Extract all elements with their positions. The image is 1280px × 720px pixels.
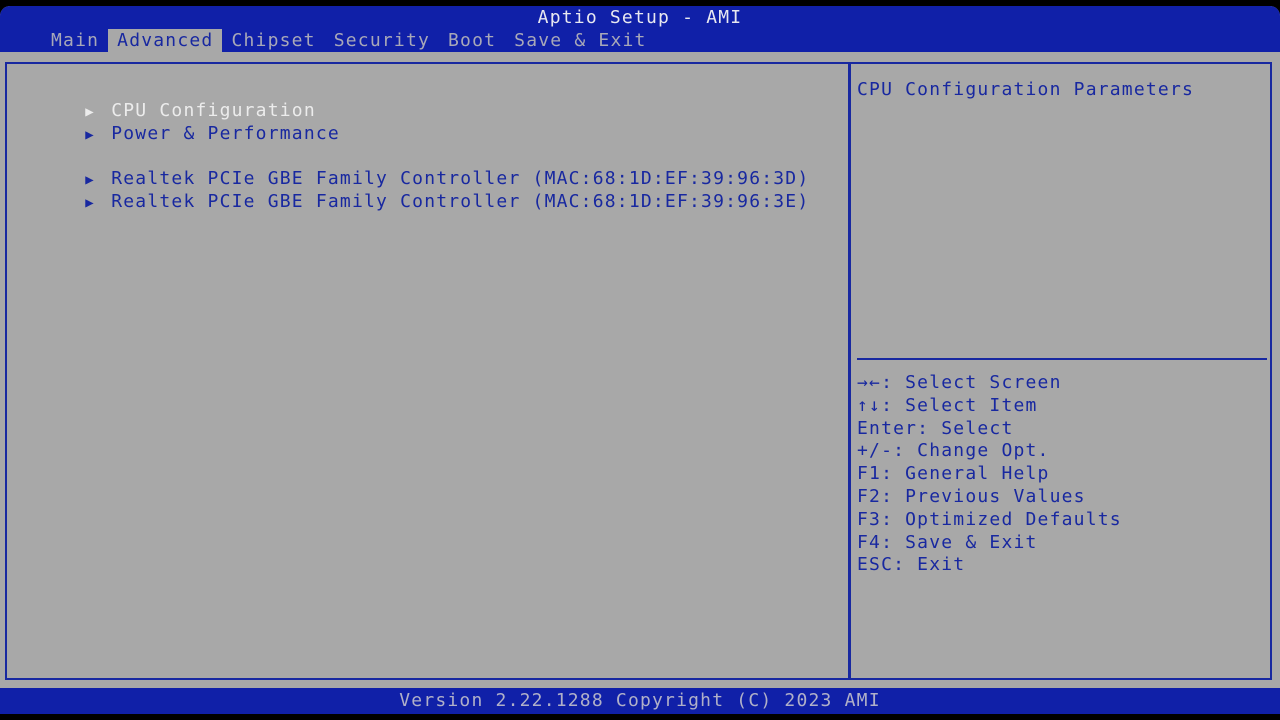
tab-main[interactable]: Main: [42, 29, 108, 52]
key-select-screen: →←: Select Screen: [857, 372, 1062, 393]
key-change-opt: +/-: Change Opt.: [857, 440, 1050, 462]
key-f2-previous: F2: Previous Values: [857, 485, 1086, 507]
tab-advanced[interactable]: Advanced: [108, 29, 223, 52]
settings-panel: ▶ CPU Configuration ▶ Power & Performance …: [5, 62, 849, 680]
help-panel: CPU Configuration Parameters →←: Select …: [849, 62, 1272, 680]
footer-version: Version 2.22.1288 Copyright (C) 2023 AMI: [0, 688, 1280, 714]
key-f1-help: F1: General Help: [857, 463, 1050, 485]
help-divider: [857, 358, 1267, 360]
tab-boot[interactable]: Boot: [439, 29, 505, 52]
bios-screen: Aptio Setup - AMI Main Advanced Chipset …: [0, 6, 1280, 714]
menu-item-label: Realtek PCIe GBE Family Controller (MAC:…: [111, 191, 810, 212]
key-f3-defaults: F3: Optimized Defaults: [857, 508, 1122, 530]
tab-bar: Main Advanced Chipset Security Boot Save…: [42, 29, 656, 52]
tab-save-exit[interactable]: Save & Exit: [505, 29, 655, 52]
key-esc-exit: ESC: Exit: [857, 554, 966, 576]
menu-item-label: Power & Performance: [111, 123, 340, 144]
help-description: CPU Configuration Parameters: [857, 79, 1195, 100]
app-title: Aptio Setup - AMI: [537, 7, 743, 28]
key-enter-select: Enter: Select: [857, 417, 1014, 439]
submenu-arrow-icon: ▶: [85, 127, 95, 143]
key-select-item: ↑↓: Select Item: [857, 394, 1038, 416]
key-legend: →←: Select Screen ↑↓: Select Item Enter:…: [857, 372, 1122, 577]
key-f4-save-exit: F4: Save & Exit: [857, 531, 1038, 553]
header-bar: Aptio Setup - AMI Main Advanced Chipset …: [0, 6, 1280, 52]
tab-chipset[interactable]: Chipset: [222, 29, 324, 52]
submenu-arrow-icon: ▶: [85, 195, 95, 211]
menu-item-realtek-nic-2[interactable]: ▶ Realtek PCIe GBE Family Controller (MAC…: [13, 170, 809, 233]
tab-security[interactable]: Security: [325, 29, 439, 52]
